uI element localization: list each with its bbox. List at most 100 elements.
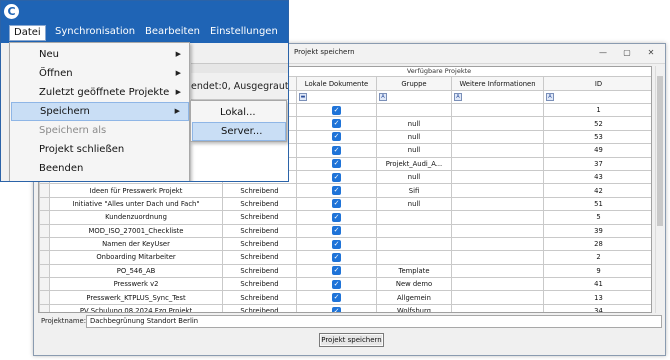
info-cell[interactable] [451,183,544,198]
local-documents-cell[interactable]: ✓ [296,210,377,225]
checkbox-checked-icon[interactable]: ✓ [332,159,341,169]
group-cell[interactable]: null [376,196,452,212]
checkbox-checked-icon[interactable]: ✓ [332,186,341,196]
table-row[interactable]: Kundenzuordnung Schreibend ✓ 5 [39,210,651,225]
checkbox-checked-icon[interactable]: ✓ [332,199,341,209]
scrollbar-thumb[interactable] [657,76,663,226]
row-header-cell[interactable] [39,303,50,312]
group-cell[interactable]: New demo [376,277,452,292]
info-cell[interactable] [451,223,544,238]
local-documents-cell[interactable]: ✓ [296,277,377,292]
group-cell[interactable] [376,223,452,238]
project-name-cell[interactable]: Presswerk v2 [49,277,223,292]
id-cell[interactable]: 52 [543,116,651,131]
checkbox-checked-icon[interactable]: ✓ [332,293,341,303]
info-cell[interactable] [451,236,544,252]
table-row[interactable]: Initiative "Alles unter Dach und Fach" Sc… [39,196,651,212]
local-documents-cell[interactable]: ✓ [296,183,377,198]
menu-einstellungen[interactable]: Einstellungen [210,26,278,37]
menu-bearbeiten[interactable]: Bearbeiten [145,26,200,37]
info-cell[interactable] [451,263,544,279]
id-cell[interactable]: 2 [543,250,651,265]
row-header-cell[interactable] [39,277,50,292]
group-cell[interactable]: null [376,143,452,158]
row-header-cell[interactable] [39,196,50,212]
row-header-cell[interactable] [39,263,50,279]
table-row[interactable]: PO_546_AB Schreibend ✓ Template 9 [39,263,651,279]
filter-cell[interactable]: ▬ [296,90,377,104]
filter-cell[interactable]: A [376,90,452,104]
column-header-info[interactable]: Weitere Informationen [451,76,544,91]
table-row[interactable]: Presswerk v2 Schreibend ✓ New demo 41 [39,277,651,292]
info-cell[interactable] [451,290,544,305]
checkbox-checked-icon[interactable]: ✓ [332,306,341,312]
group-cell[interactable]: Allgemein [376,290,452,305]
info-cell[interactable] [451,102,544,118]
project-name-cell[interactable]: PO_546_AB [49,263,223,279]
row-header-cell[interactable] [39,290,50,305]
group-cell[interactable]: Sifi [376,183,452,198]
access-mode-cell[interactable]: Schreibend [222,250,297,265]
project-name-cell[interactable]: Kundenzuordnung [49,210,223,225]
group-cell[interactable]: null [376,129,452,145]
checkbox-checked-icon[interactable]: ✓ [332,252,341,262]
table-row[interactable]: Presswerk_KTPLUS_Sync_Test Schreibend ✓ All… [39,290,651,305]
local-documents-cell[interactable]: ✓ [296,129,377,145]
table-row[interactable]: MOD_ISO_27001_Checkliste Schreibend ✓ 39 [39,223,651,238]
info-cell[interactable] [451,116,544,131]
local-documents-cell[interactable]: ✓ [296,223,377,238]
menu-item-exit[interactable]: Beenden [11,159,189,178]
filter-icon[interactable]: A [379,93,387,101]
id-cell[interactable]: 51 [543,196,651,212]
access-mode-cell[interactable]: Schreibend [222,183,297,198]
column-header-group[interactable]: Gruppe [376,76,452,91]
access-mode-cell[interactable]: Schreibend [222,277,297,292]
checkbox-checked-icon[interactable]: ✓ [332,212,341,222]
table-row[interactable]: Ideen für Presswerk Projekt Schreibend ✓ Si… [39,183,651,198]
local-documents-cell[interactable]: ✓ [296,143,377,158]
column-header-local-docs[interactable]: Lokale Dokumente [296,76,377,91]
submenu-item-local[interactable]: Lokal... [192,103,286,122]
menu-synchronisation[interactable]: Synchronisation [55,26,135,37]
group-cell[interactable]: Wolfsburg [376,303,452,312]
info-cell[interactable] [451,129,544,145]
menu-item-save[interactable]: Speichern ▶ [11,102,189,121]
project-name-cell[interactable]: MOD_ISO_27001_Checkliste [49,223,223,238]
info-cell[interactable] [451,169,544,185]
menu-item-recent-projects[interactable]: Zuletzt geöffnete Projekte ▶ [11,83,189,102]
checkbox-checked-icon[interactable]: ✓ [332,105,341,115]
project-name-cell[interactable]: Initiative "Alles unter Dach und Fach" [49,196,223,212]
menu-item-new[interactable]: Neu ▶ [11,45,189,64]
checkbox-checked-icon[interactable]: ✓ [332,279,341,289]
access-mode-cell[interactable]: Schreibend [222,303,297,312]
id-cell[interactable]: 43 [543,169,651,185]
checkbox-checked-icon[interactable]: ✓ [332,119,341,129]
project-name-input[interactable]: Dachbegrünung Standort Berlin [86,315,662,328]
local-documents-cell[interactable]: ✓ [296,263,377,279]
checkbox-checked-icon[interactable]: ✓ [332,266,341,276]
id-cell[interactable]: 37 [543,156,651,171]
table-row[interactable]: PV Schulung 08 2024 Fzg Projekt Schreiben… [39,303,651,312]
local-documents-cell[interactable]: ✓ [296,169,377,185]
local-documents-cell[interactable]: ✓ [296,236,377,252]
local-documents-cell[interactable]: ✓ [296,250,377,265]
access-mode-cell[interactable]: Schreibend [222,236,297,252]
id-cell[interactable]: 53 [543,129,651,145]
group-cell[interactable]: null [376,116,452,131]
group-cell[interactable] [376,210,452,225]
group-cell[interactable] [376,102,452,118]
info-cell[interactable] [451,210,544,225]
local-documents-cell[interactable]: ✓ [296,303,377,312]
row-header-cell[interactable] [39,223,50,238]
info-cell[interactable] [451,143,544,158]
id-cell[interactable]: 42 [543,183,651,198]
minimize-button[interactable]: — [594,47,612,60]
menu-datei[interactable]: Datei [9,25,46,41]
id-cell[interactable]: 49 [543,143,651,158]
maximize-button[interactable]: ▢ [618,47,636,60]
filter-icon[interactable]: ▬ [299,93,307,101]
local-documents-cell[interactable]: ✓ [296,196,377,212]
id-cell[interactable]: 39 [543,223,651,238]
id-cell[interactable]: 9 [543,263,651,279]
project-name-cell[interactable]: Presswerk_KTPLUS_Sync_Test [49,290,223,305]
